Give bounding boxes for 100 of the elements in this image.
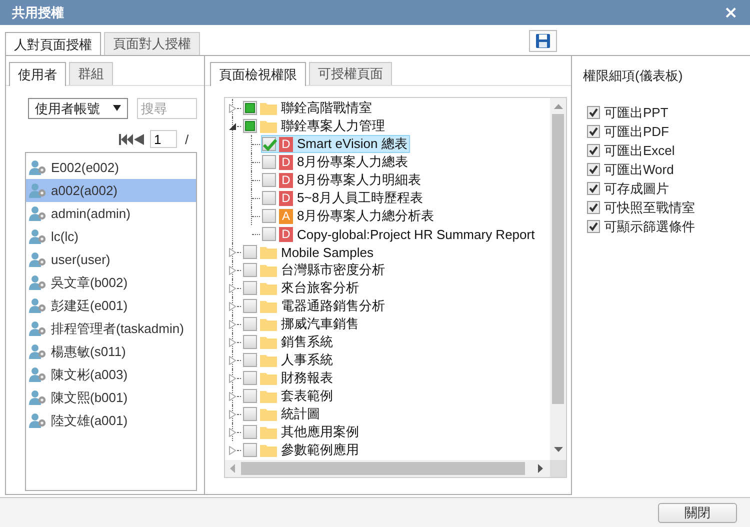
- window-title: 共用授權: [12, 4, 64, 22]
- user-item[interactable]: 陸文雄(a001): [26, 409, 196, 432]
- report-type-badge: A: [279, 208, 293, 224]
- horizontal-scrollbar[interactable]: [225, 460, 550, 477]
- folder-icon: [260, 263, 277, 277]
- checkbox[interactable]: [243, 281, 257, 295]
- scroll-up-icon[interactable]: [554, 104, 562, 109]
- checkbox[interactable]: [243, 353, 257, 367]
- page-separator: /: [185, 132, 189, 146]
- tab[interactable]: 頁面檢視權限: [210, 62, 306, 86]
- tree-item[interactable]: Mobile Samples: [242, 243, 376, 261]
- folder-icon: [260, 245, 277, 259]
- tab[interactable]: 群組: [69, 62, 113, 85]
- checkbox[interactable]: [587, 106, 600, 119]
- checkbox[interactable]: [587, 144, 600, 157]
- tab[interactable]: 使用者: [9, 62, 66, 86]
- user-item[interactable]: admin(admin): [26, 202, 196, 225]
- tree-item[interactable]: 來台旅客分析: [242, 279, 362, 297]
- tab[interactable]: 頁面對人授權: [104, 32, 200, 55]
- checkbox[interactable]: [262, 227, 276, 241]
- user-item[interactable]: 陳文彬(a003): [26, 363, 196, 386]
- checkbox[interactable]: [243, 443, 257, 457]
- folder-icon: [260, 317, 277, 331]
- scroll-thumb[interactable]: [241, 462, 525, 475]
- checkbox[interactable]: [587, 201, 600, 214]
- tab[interactable]: 可授權頁面: [309, 62, 392, 85]
- user-item[interactable]: 排程管理者(taskadmin): [26, 317, 196, 340]
- scroll-down-icon[interactable]: [554, 447, 562, 452]
- user-icon: [29, 413, 47, 428]
- checkbox[interactable]: [243, 317, 257, 331]
- tree-item[interactable]: 人事系統: [242, 351, 336, 369]
- tree-item[interactable]: D 8月份專案人力明細表: [261, 171, 424, 189]
- folder-icon: [260, 353, 277, 367]
- tree-item[interactable]: 其他應用案例: [242, 423, 362, 441]
- checkbox[interactable]: [243, 245, 257, 259]
- scroll-left-icon[interactable]: [230, 464, 235, 473]
- tree-item[interactable]: D Copy-global:Project HR Summary Report: [261, 225, 538, 243]
- user-item[interactable]: user(user): [26, 248, 196, 271]
- checkbox[interactable]: [243, 371, 257, 385]
- checkbox[interactable]: [262, 173, 276, 187]
- checkbox[interactable]: [262, 209, 276, 223]
- checkbox[interactable]: [243, 425, 257, 439]
- scroll-thumb[interactable]: [552, 114, 564, 404]
- user-icon: [29, 229, 47, 244]
- tree-item[interactable]: D 8月份專案人力總表: [261, 153, 412, 171]
- checkbox[interactable]: [243, 299, 257, 313]
- checkbox[interactable]: [262, 191, 276, 205]
- folder-icon: [260, 101, 277, 115]
- checkbox[interactable]: [587, 163, 600, 176]
- tree-item[interactable]: 財務報表: [242, 369, 336, 387]
- previous-page-button[interactable]: [134, 134, 144, 144]
- user-icon: [29, 390, 47, 405]
- vertical-scrollbar[interactable]: [550, 98, 566, 460]
- user-item[interactable]: 楊惠敏(s011): [26, 340, 196, 363]
- tree-item[interactable]: 聯銓高階戰情室: [242, 99, 375, 117]
- checkbox-label: 可匯出PDF: [604, 122, 669, 140]
- checkbox[interactable]: [262, 155, 276, 169]
- checkbox[interactable]: [262, 137, 276, 151]
- close-dialog-button[interactable]: 關閉: [658, 502, 737, 522]
- first-page-button[interactable]: [119, 134, 133, 144]
- checkbox-label: 可匯出PPT: [604, 104, 668, 122]
- checkbox[interactable]: [243, 407, 257, 421]
- tree-item[interactable]: 參數範例應用: [242, 441, 362, 459]
- checkbox[interactable]: [587, 125, 600, 138]
- tree-item[interactable]: 聯銓專案人力管理: [242, 117, 388, 135]
- checkbox-label: 可存成圖片: [604, 180, 669, 198]
- tree-item[interactable]: 台灣縣市密度分析: [242, 261, 388, 279]
- dropdown[interactable]: 使用者帳號: [28, 98, 128, 119]
- checkbox[interactable]: [243, 389, 257, 403]
- tree-item[interactable]: 挪威汽車銷售: [242, 315, 362, 333]
- tree-item[interactable]: 銷售系統: [242, 333, 336, 351]
- checkbox[interactable]: [243, 263, 257, 277]
- checkbox[interactable]: [243, 101, 257, 115]
- checkbox[interactable]: [587, 220, 600, 233]
- tree-item[interactable]: D 5~8月人員工時歷程表: [261, 189, 426, 207]
- checkbox[interactable]: [587, 182, 600, 195]
- tree-item[interactable]: 電器通路銷售分析: [242, 297, 388, 315]
- expander-icon[interactable]: [228, 122, 237, 130]
- report-type-badge: D: [279, 226, 293, 242]
- user-item[interactable]: 陳文熙(b001): [26, 386, 196, 409]
- user-item[interactable]: E002(e002): [26, 156, 196, 179]
- user-item[interactable]: a002(a002): [26, 179, 196, 202]
- tree-item[interactable]: 套表範例: [242, 387, 336, 405]
- folder-icon: [260, 407, 277, 421]
- checkbox-label: 可顯示篩選條件: [604, 218, 695, 236]
- checkbox[interactable]: [243, 335, 257, 349]
- page-field[interactable]: 1: [150, 130, 177, 148]
- tree-item[interactable]: D Smart eVision 總表: [261, 135, 410, 153]
- tab[interactable]: 人對頁面授權: [5, 32, 101, 56]
- user-icon: [29, 206, 47, 221]
- user-item[interactable]: 彭建廷(e001): [26, 294, 196, 317]
- tree-item[interactable]: 統計圖: [242, 405, 323, 423]
- save-button[interactable]: [529, 30, 557, 52]
- user-item[interactable]: 吳文章(b002): [26, 271, 196, 294]
- checkbox[interactable]: [243, 119, 257, 133]
- search-field[interactable]: 搜尋: [137, 98, 197, 119]
- tree-item[interactable]: A 8月份專案人力總分析表: [261, 207, 438, 225]
- checkbox-label: 可匯出Excel: [604, 142, 675, 160]
- user-item[interactable]: lc(lc): [26, 225, 196, 248]
- scroll-right-icon[interactable]: [538, 464, 543, 473]
